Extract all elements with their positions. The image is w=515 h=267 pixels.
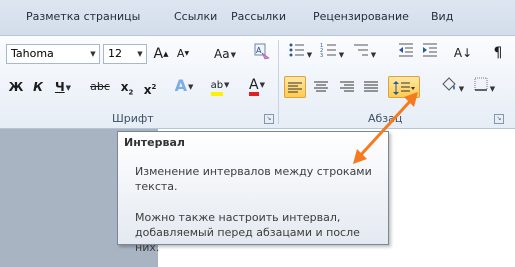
annotation-arrow-icon <box>353 92 418 164</box>
